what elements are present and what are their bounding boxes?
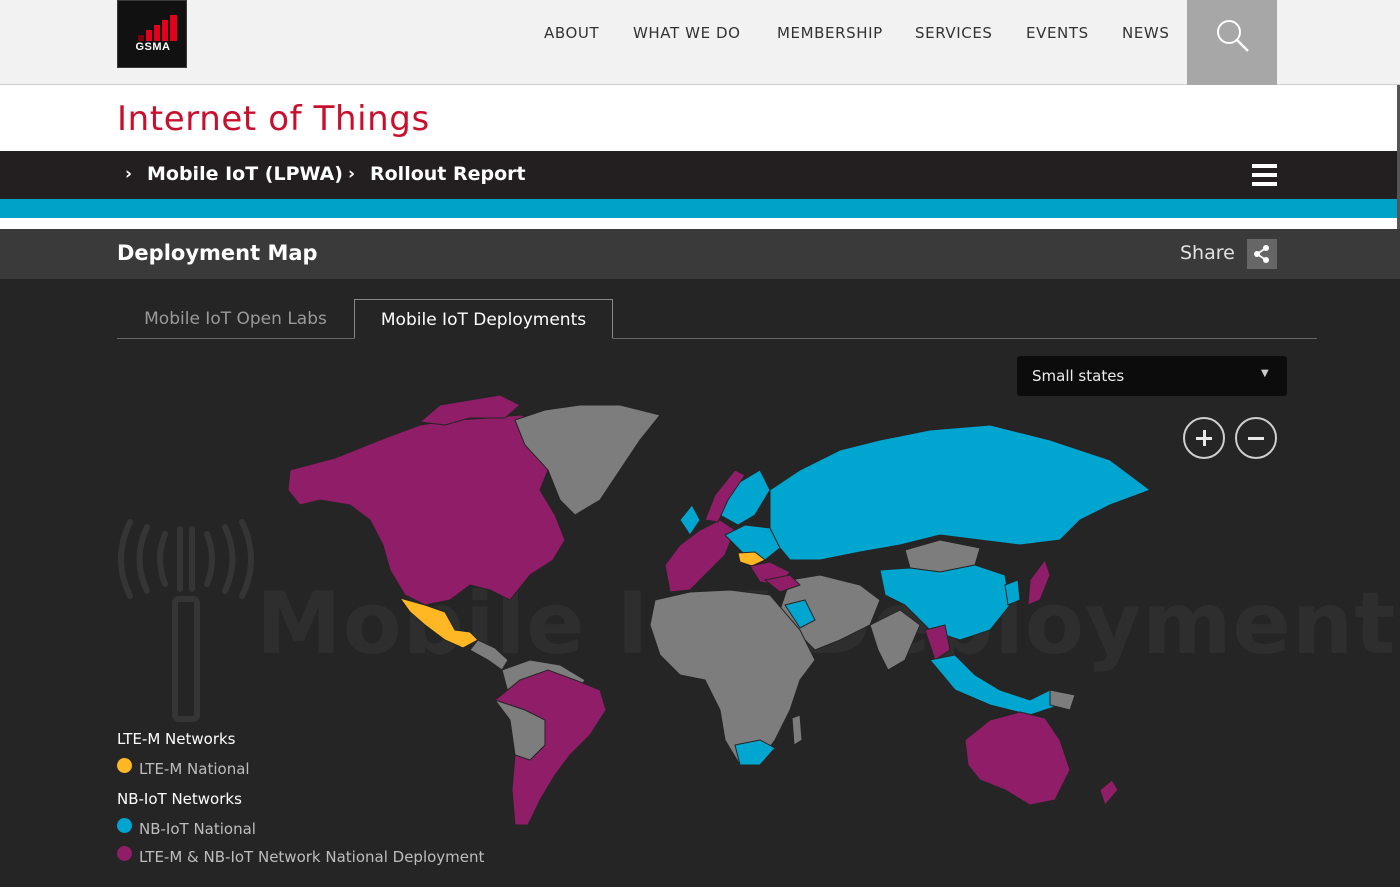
- gsma-logo[interactable]: GSMA: [117, 0, 187, 68]
- breadcrumb-mobile-iot[interactable]: Mobile IoT (LPWA): [147, 163, 343, 185]
- breadcrumb-rollout-report[interactable]: Rollout Report: [370, 163, 526, 185]
- region-southeast-asia: [929, 654, 1061, 716]
- legend-dot: [117, 818, 132, 833]
- share-label[interactable]: Share: [1180, 242, 1235, 264]
- minus-icon: [1248, 437, 1264, 440]
- search-button[interactable]: [1187, 0, 1277, 85]
- share-icon: [1254, 245, 1269, 263]
- nav-membership[interactable]: MEMBERSHIP: [777, 24, 883, 42]
- hamburger-menu-icon[interactable]: [1252, 164, 1277, 186]
- legend-nb-iot-heading: NB-IoT Networks: [117, 790, 242, 808]
- region-korea: [1004, 579, 1021, 606]
- accent-stripe: [0, 199, 1397, 218]
- region-madagascar: [791, 714, 803, 746]
- legend-lte-m-heading: LTE-M Networks: [117, 730, 236, 748]
- region-new-zealand: [1099, 779, 1119, 806]
- nav-what-we-do[interactable]: WHAT WE DO: [633, 24, 741, 42]
- region-select[interactable]: Small states ▼: [1017, 356, 1287, 396]
- nav-events[interactable]: EVENTS: [1026, 24, 1089, 42]
- region-mexico: [398, 597, 479, 649]
- region-thailand: [924, 624, 951, 661]
- nav-services[interactable]: SERVICES: [915, 24, 993, 42]
- caret-down-icon: ▼: [1261, 368, 1269, 379]
- region-central-america: [469, 639, 509, 671]
- map-panel: Mobile IoT Open Labs Mobile IoT Deployme…: [0, 279, 1400, 887]
- region-australia: [964, 711, 1071, 806]
- region-russia: [769, 424, 1152, 561]
- region-japan: [1027, 558, 1051, 606]
- page-title: Internet of Things: [117, 99, 430, 139]
- region-india: [869, 609, 921, 671]
- nav-news[interactable]: NEWS: [1122, 24, 1169, 42]
- legend-dot: [117, 758, 132, 773]
- chevron-right-icon: ›: [125, 164, 133, 184]
- signal-bars-icon: [138, 15, 178, 41]
- section-header: Deployment Map Share: [0, 229, 1400, 279]
- zoom-in-button[interactable]: [1183, 417, 1225, 459]
- search-icon: [1217, 20, 1249, 52]
- breadcrumb: › Mobile IoT (LPWA) › Rollout Report: [0, 151, 1397, 199]
- top-navigation: GSMA ABOUT WHAT WE DO MEMBERSHIP SERVICE…: [0, 0, 1400, 85]
- region-brazil-argentina: [494, 669, 607, 826]
- nav-about[interactable]: ABOUT: [544, 24, 599, 42]
- region-north-america: [287, 414, 566, 606]
- logo-text: GSMA: [135, 41, 171, 53]
- section-title: Deployment Map: [117, 241, 318, 265]
- region-western-europe: [664, 519, 736, 593]
- zoom-out-button[interactable]: [1235, 417, 1277, 459]
- legend-dot: [117, 846, 132, 861]
- chevron-right-icon: ›: [348, 164, 356, 184]
- region-uk: [679, 504, 701, 536]
- region-select-value: Small states: [1032, 367, 1125, 385]
- share-button[interactable]: [1247, 239, 1277, 269]
